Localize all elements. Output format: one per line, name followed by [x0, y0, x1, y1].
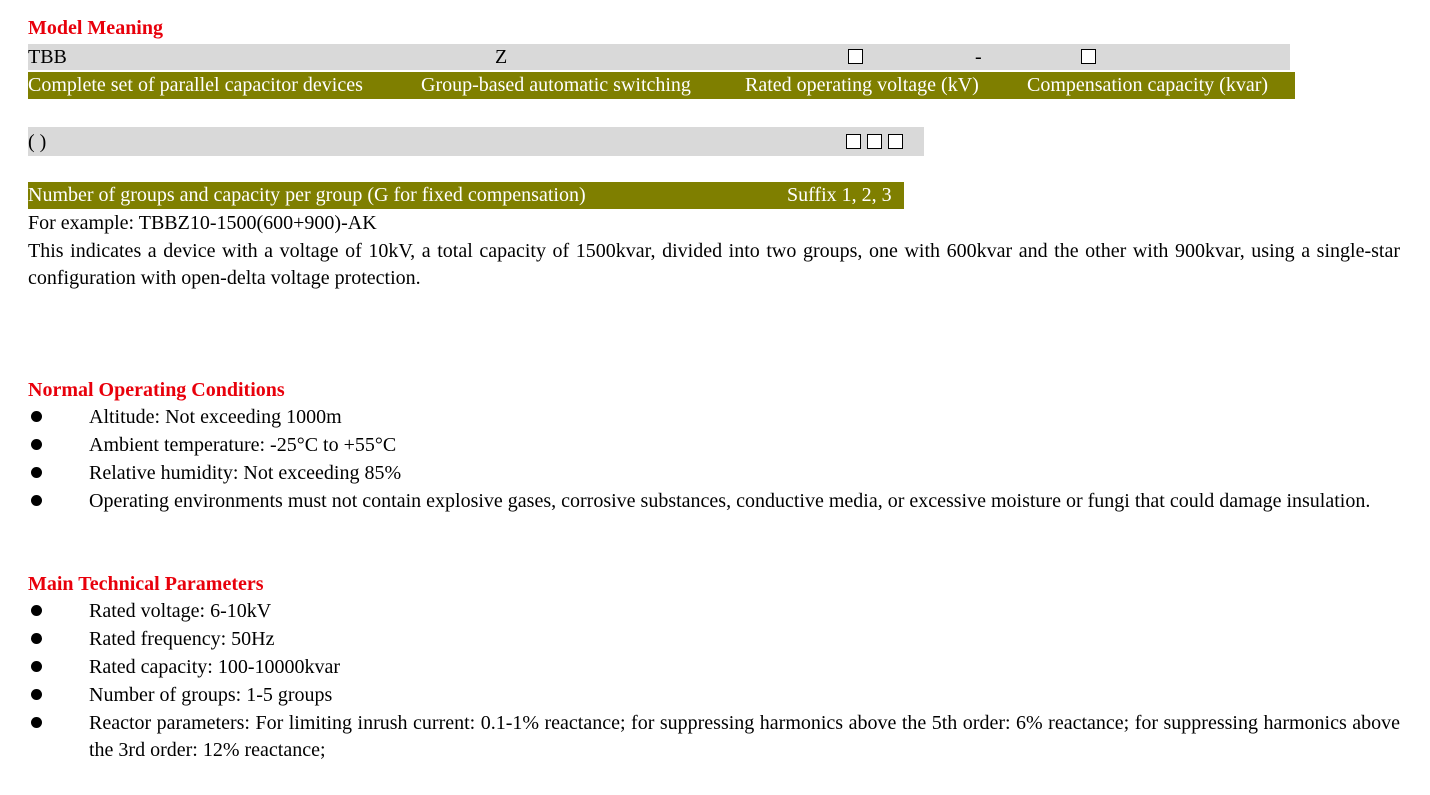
model-switching-letter: Z — [495, 46, 508, 68]
list-item: Number of groups: 1-5 groups — [28, 682, 1400, 709]
bullet-icon — [31, 689, 42, 700]
bullet-icon — [31, 633, 42, 644]
desc-group-switching: Group-based automatic switching — [421, 74, 691, 96]
desc-compensation-capacity: Compensation capacity (kvar) — [1027, 74, 1269, 96]
model-meaning-heading: Model Meaning — [28, 17, 163, 39]
list-item-text: Ambient temperature: -25°C to +55°C — [89, 434, 397, 456]
list-item: Rated voltage: 6-10kV — [28, 598, 1400, 625]
bullet-icon — [31, 411, 42, 422]
list-item-text: Reactor parameters: For limiting inrush … — [89, 712, 1400, 761]
main-parameters-heading: Main Technical Parameters — [28, 573, 264, 595]
model-code-band — [28, 44, 1290, 70]
example-line: For example: TBBZ10-1500(600+900)-AK — [28, 212, 377, 234]
capacity-placeholder-box — [1081, 44, 1096, 70]
bullet-icon — [31, 605, 42, 616]
bullet-icon — [31, 439, 42, 450]
desc-parallel-capacitor: Complete set of parallel capacitor devic… — [28, 74, 363, 96]
suffix-placeholder-boxes — [846, 129, 903, 155]
normal-conditions-heading: Normal Operating Conditions — [28, 379, 285, 401]
list-item: Reactor parameters: For limiting inrush … — [28, 710, 1400, 764]
bullet-icon — [31, 495, 42, 506]
list-item-text: Rated frequency: 50Hz — [89, 628, 275, 650]
model-dash: - — [975, 46, 982, 68]
list-item: Altitude: Not exceeding 1000m — [28, 404, 1400, 431]
list-item-text: Relative humidity: Not exceeding 85% — [89, 462, 402, 484]
list-item: Rated capacity: 100-10000kvar — [28, 654, 1400, 681]
list-item: Ambient temperature: -25°C to +55°C — [28, 432, 1400, 459]
list-item-text: Rated capacity: 100-10000kvar — [89, 656, 341, 678]
desc-rated-voltage: Rated operating voltage (kV) — [745, 74, 979, 96]
model-prefix: TBB — [28, 46, 67, 68]
group-parens: ( ) — [28, 131, 47, 153]
desc-groups-capacity: Number of groups and capacity per group … — [28, 184, 586, 206]
list-item-text: Altitude: Not exceeding 1000m — [89, 406, 342, 428]
list-item-text: Rated voltage: 6-10kV — [89, 600, 272, 622]
example-explanation: This indicates a device with a voltage o… — [28, 240, 1400, 289]
model-group-band — [28, 127, 924, 156]
bullet-icon — [31, 467, 42, 478]
bullet-icon — [31, 717, 42, 728]
list-item: Relative humidity: Not exceeding 85% — [28, 460, 1400, 487]
list-item-text: Operating environments must not contain … — [89, 490, 1371, 512]
voltage-placeholder-box — [848, 44, 863, 70]
list-item-text: Number of groups: 1-5 groups — [89, 684, 333, 706]
list-item: Rated frequency: 50Hz — [28, 626, 1400, 653]
desc-suffix: Suffix 1, 2, 3 — [787, 184, 892, 206]
list-item: Operating environments must not contain … — [28, 488, 1400, 515]
bullet-icon — [31, 661, 42, 672]
